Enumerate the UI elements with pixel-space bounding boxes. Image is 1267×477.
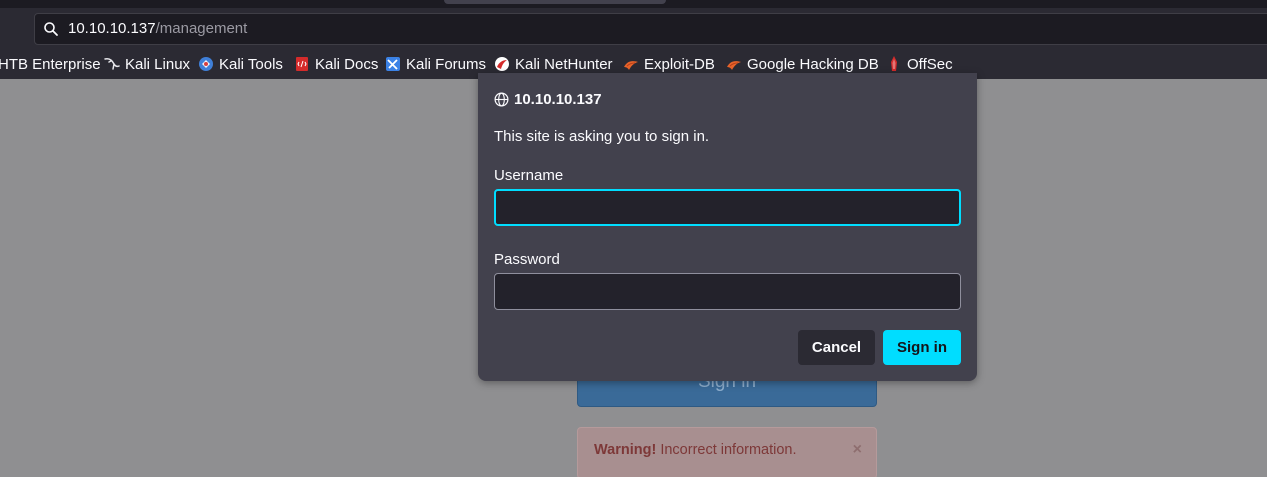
bookmark-kali-docs[interactable]: Kali Docs — [294, 55, 378, 73]
username-label: Username — [494, 167, 564, 184]
nethunter-icon — [495, 57, 509, 71]
bookmark-kali-linux[interactable]: Kali Linux — [104, 55, 190, 73]
bookmark-label: Kali Docs — [315, 55, 379, 73]
navigation-toolbar: 10.10.10.137/management — [0, 8, 1267, 49]
ghdb-icon — [727, 61, 741, 70]
cancel-button[interactable]: Cancel — [798, 330, 875, 365]
auth-dialog: 10.10.10.137 This site is asking you to … — [478, 73, 977, 381]
url-host: 10.10.10.137 — [68, 20, 156, 37]
search-icon — [44, 22, 58, 36]
bookmark-label: Google Hacking DB — [747, 55, 879, 73]
dialog-message: This site is asking you to sign in. — [494, 128, 710, 145]
url-bar[interactable]: 10.10.10.137/management — [34, 13, 1267, 45]
alert-close-icon: × — [852, 441, 862, 458]
bookmark-google-hacking-db[interactable]: Google Hacking DB — [726, 55, 879, 73]
bookmark-htb-enterprise[interactable]: HTB Enterprise — [0, 55, 101, 73]
active-tab[interactable] — [444, 0, 666, 4]
url-text[interactable]: 10.10.10.137/management — [68, 20, 247, 37]
dialog-host-text: 10.10.10.137 — [514, 91, 602, 108]
sign-in-button[interactable]: Sign in — [883, 330, 961, 365]
bookmark-label: Kali NetHunter — [515, 55, 613, 73]
bookmark-kali-nethunter[interactable]: Kali NetHunter — [494, 55, 613, 73]
exploit-db-icon — [624, 61, 638, 70]
kali-dragon-icon — [104, 58, 120, 70]
kali-tools-icon — [199, 57, 213, 71]
incorrect-info-alert: Warning! Incorrect information. × — [577, 427, 877, 477]
kali-docs-icon — [296, 57, 308, 71]
password-field[interactable] — [494, 273, 961, 310]
username-field[interactable] — [494, 189, 961, 226]
bookmark-exploit-db[interactable]: Exploit-DB — [623, 55, 715, 73]
bookmark-label: OffSec — [907, 55, 953, 73]
password-label: Password — [494, 251, 560, 268]
url-path: /management — [155, 20, 248, 37]
bookmark-offsec[interactable]: OffSec — [886, 55, 953, 73]
globe-icon — [494, 92, 509, 107]
alert-strong-text: Warning! — [594, 442, 657, 458]
bookmark-label: HTB Enterprise — [0, 55, 101, 73]
tab-strip — [0, 0, 1267, 8]
bookmark-kali-tools[interactable]: Kali Tools — [198, 55, 283, 73]
kali-forums-icon — [386, 57, 400, 71]
bookmark-label: Kali Linux — [125, 55, 191, 73]
dialog-host: 10.10.10.137 — [494, 91, 602, 108]
bookmark-label: Kali Forums — [406, 55, 487, 73]
offsec-icon — [891, 56, 897, 71]
alert-message: Incorrect information. — [660, 442, 797, 458]
bookmark-kali-forums[interactable]: Kali Forums — [385, 55, 486, 73]
bookmark-label: Exploit-DB — [644, 55, 715, 73]
bookmark-label: Kali Tools — [219, 55, 283, 73]
